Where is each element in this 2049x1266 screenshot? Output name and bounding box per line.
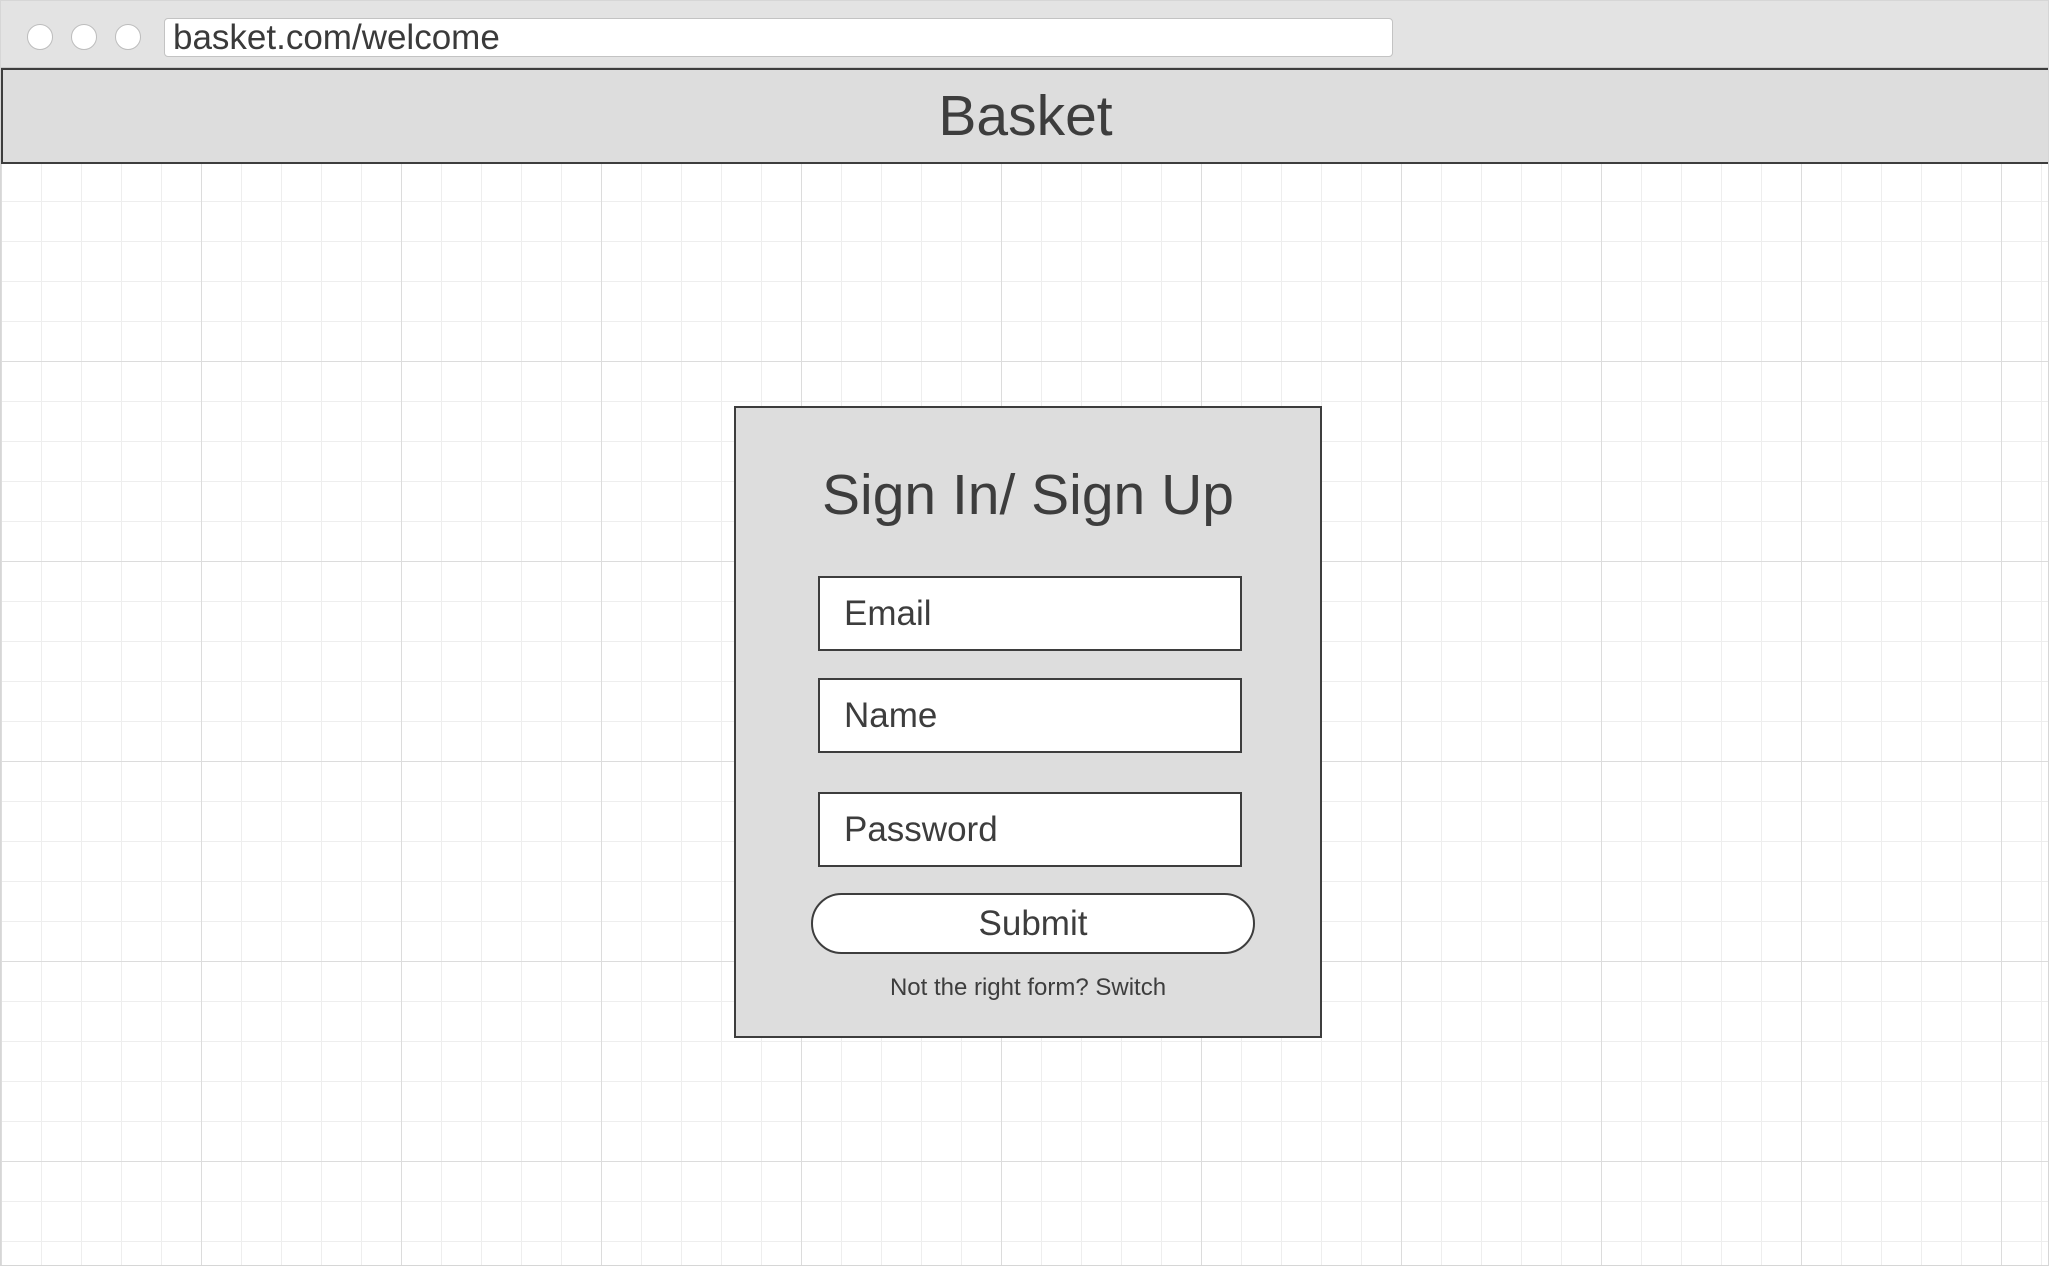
- site-title: Basket: [938, 84, 1113, 148]
- close-window-button[interactable]: [27, 24, 53, 50]
- name-field[interactable]: [818, 678, 1242, 753]
- browser-window: basket.com/welcome Basket Sign In/ Sign …: [0, 0, 2049, 1266]
- switch-form-link[interactable]: Switch: [1095, 974, 1166, 1001]
- auth-form-card: Sign In/ Sign Up Submit Not the right fo…: [734, 406, 1322, 1038]
- switch-form-prompt: Not the right form?: [889, 974, 1096, 1001]
- minimize-window-button[interactable]: [71, 24, 97, 50]
- site-header: Basket: [1, 68, 2048, 164]
- form-title: Sign In/ Sign Up: [822, 463, 1234, 527]
- email-field[interactable]: [818, 576, 1242, 651]
- browser-toolbar: basket.com/welcome: [1, 1, 2048, 68]
- submit-button[interactable]: Submit: [811, 893, 1255, 954]
- password-field[interactable]: [818, 792, 1242, 867]
- address-bar[interactable]: basket.com/welcome: [164, 18, 1393, 57]
- maximize-window-button[interactable]: [115, 24, 141, 50]
- switch-form-line: Not the right form? Switch: [736, 973, 1320, 1003]
